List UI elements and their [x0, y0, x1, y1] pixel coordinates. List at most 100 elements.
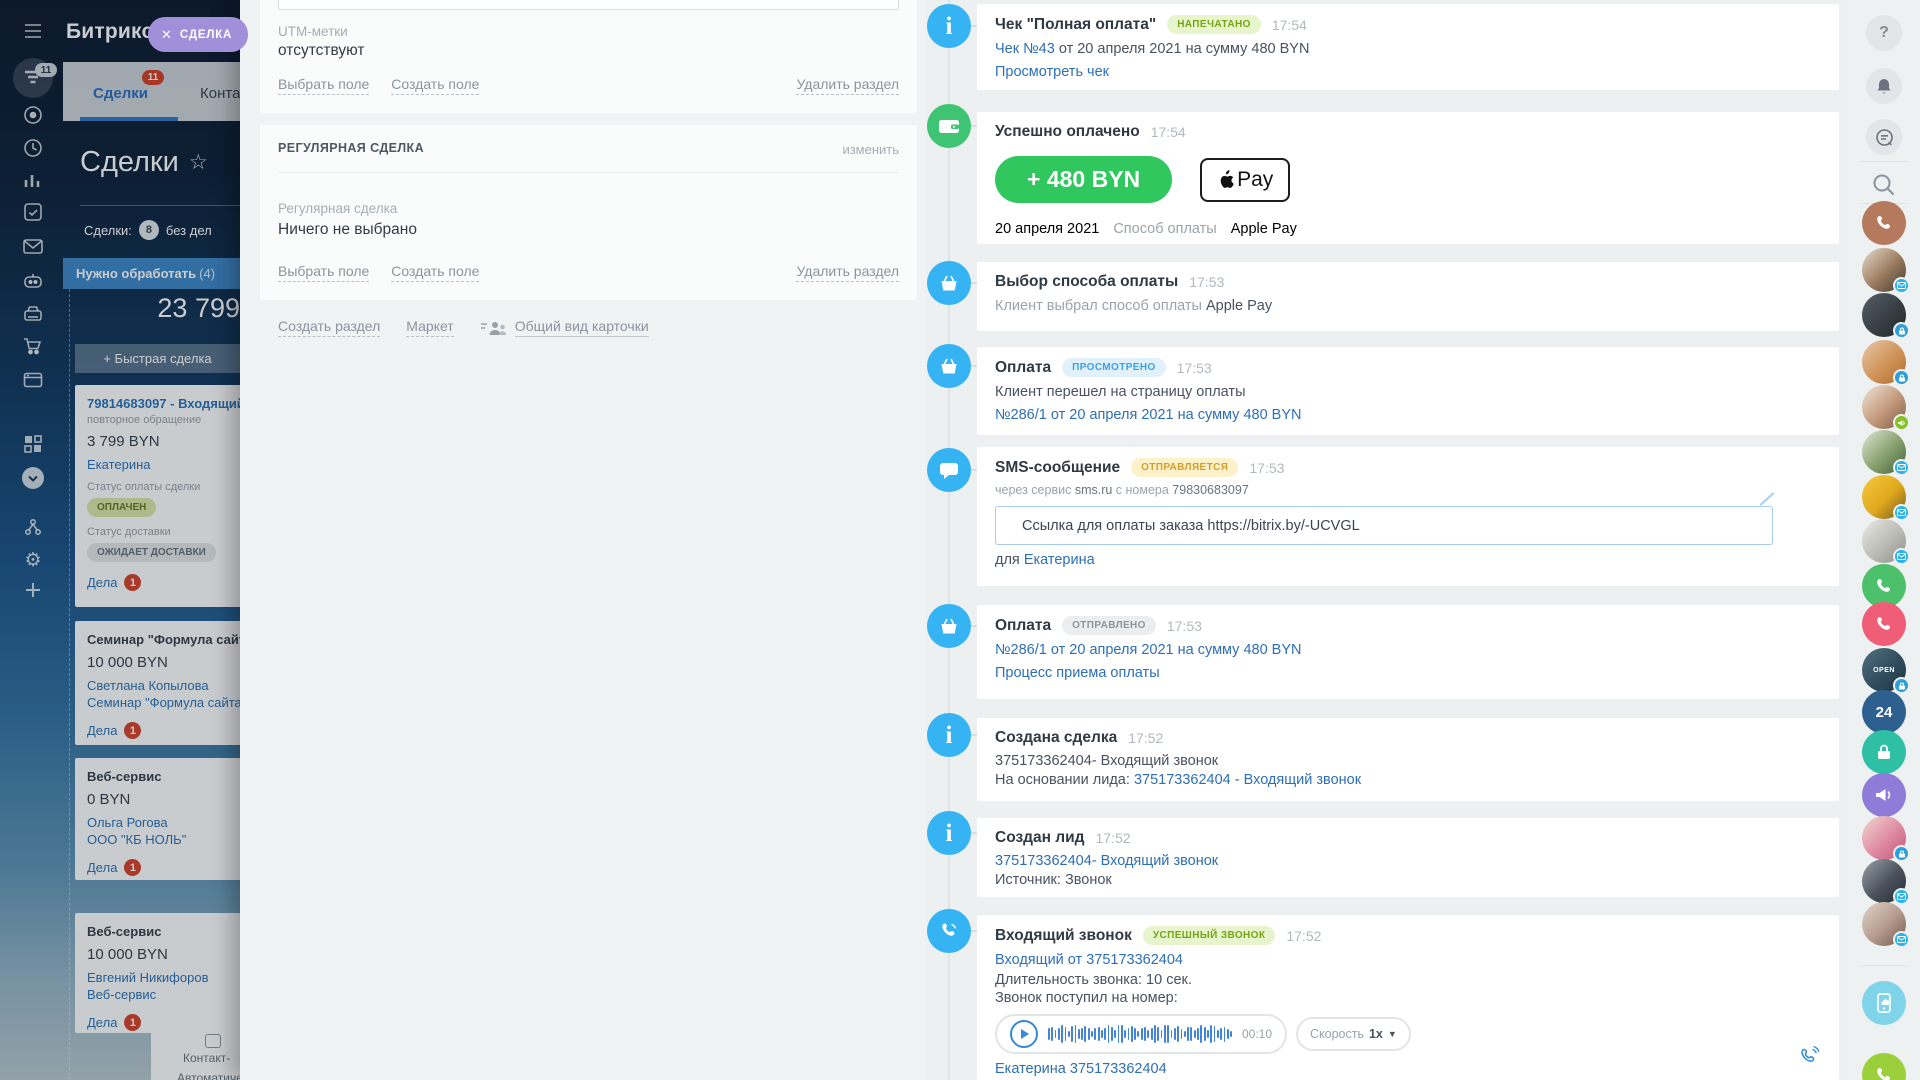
timeline-entry-payment-success: Успешно оплачено 17:54 + 480 BYN Pay 20 … [977, 112, 1839, 244]
entry-line: 375173362404- Входящий звонок [995, 753, 1815, 769]
entry-text: Клиент перешел на страницу оплаты [995, 384, 1246, 400]
receipt-link[interactable]: Чек №43 [995, 41, 1055, 57]
form-footer-actions: Создать раздел Маркет Общий вид карточки [278, 318, 649, 337]
entry-text: На основании лида: [995, 772, 1134, 788]
contact-phone-link[interactable]: Екатерина 375173362404 [995, 1061, 1167, 1077]
create-field-button[interactable]: Создать поле [391, 76, 479, 95]
user-avatar[interactable] [1862, 519, 1906, 563]
call-phone-icon [927, 909, 971, 953]
entry-time: 17:52 [1286, 928, 1321, 944]
entry-title: Выбор способа оплаты [995, 273, 1178, 291]
meta-text: с номера [1112, 483, 1172, 497]
chat-lines-icon [1875, 129, 1894, 146]
notifications-button[interactable] [1866, 68, 1902, 104]
user-avatar[interactable] [1862, 293, 1906, 337]
sms-message-text: Ссылка для оплаты заказа https://bitrix.… [1022, 518, 1360, 534]
order-link[interactable]: №286/1 от 20 апреля 2021 на сумму 480 BY… [995, 642, 1301, 658]
delete-section-button[interactable]: Удалить раздел [796, 76, 899, 95]
caller-link[interactable]: Входящий от 375173362404 [995, 952, 1183, 968]
card-view-button[interactable]: Общий вид карточки [480, 318, 649, 337]
select-field-button[interactable]: Выбрать поле [278, 76, 369, 95]
user-avatar[interactable] [1862, 248, 1906, 292]
lead-link[interactable]: 375173362404 - Входящий звонок [1134, 772, 1361, 788]
call-lime-button[interactable] [1862, 1053, 1906, 1080]
mobile-app-button[interactable] [1862, 981, 1906, 1025]
entry-time: 17:54 [1272, 17, 1307, 33]
slider-close-button[interactable]: ✕ СДЕЛКА [148, 17, 248, 52]
entry-time: 17:53 [1189, 274, 1224, 290]
regular-deal-section-card: РЕГУЛЯРНАЯ СДЕЛКА изменить Регулярная сд… [260, 125, 917, 300]
entry-text: Apple Pay [1206, 298, 1272, 314]
entry-line: Екатерина 375173362404 [995, 1061, 1815, 1077]
people-icon [480, 320, 507, 336]
field-input[interactable] [278, 0, 899, 10]
help-button[interactable]: ? [1866, 15, 1902, 51]
entry-line: 375173362404- Входящий звонок [995, 853, 1815, 869]
payment-process-link[interactable]: Процесс приема оплаты [995, 665, 1160, 681]
user-avatar[interactable] [1862, 859, 1906, 903]
audio-waveform[interactable] [1048, 1021, 1232, 1047]
entry-text: Длительность звонка: 10 сек. [995, 972, 1192, 988]
entry-line: На основании лида: 375173362404 - Входящ… [995, 772, 1815, 788]
entry-time: 17:54 [1151, 124, 1186, 140]
select-field-button[interactable]: Выбрать поле [278, 263, 369, 282]
card-view-label: Общий вид карточки [515, 318, 649, 337]
deal-form-column: UTM-метки отсутствуют Выбрать поле Созда… [240, 0, 926, 1080]
user-avatar[interactable] [1862, 340, 1906, 384]
divider [1862, 161, 1906, 162]
utm-label: UTM-метки [278, 24, 348, 39]
help-icon: ? [1866, 15, 1902, 51]
edit-section-button[interactable]: изменить [842, 142, 899, 157]
create-section-button[interactable]: Создать раздел [278, 318, 380, 337]
info-icon: i [927, 4, 971, 48]
market-button[interactable]: Маркет [406, 318, 453, 337]
sms-number: 79830683097 [1172, 483, 1248, 497]
entry-status-badge: ОТПРАВЛЕНО [1062, 616, 1156, 635]
amount-pill: + 480 BYN [995, 156, 1172, 203]
delete-section-button[interactable]: Удалить раздел [796, 263, 899, 282]
audio-duration: 00:10 [1242, 1027, 1272, 1041]
lead-link[interactable]: 375173362404- Входящий звонок [995, 853, 1218, 869]
chevron-down-icon: ▼ [1388, 1029, 1397, 1039]
recipient-link[interactable]: Екатерина [1024, 552, 1095, 568]
megaphone-circle-button[interactable] [1862, 773, 1906, 817]
sms-service: sms.ru [1075, 483, 1113, 497]
bitrix24-badge[interactable]: 24 [1862, 690, 1906, 734]
playback-speed-dropdown[interactable]: Скорость 1x ▼ [1296, 1017, 1411, 1051]
user-avatar[interactable] [1862, 385, 1906, 429]
mail-badge-icon [1893, 548, 1910, 565]
user-avatar[interactable]: OPEN [1862, 648, 1906, 692]
entry-line: Процесс приема оплаты [995, 665, 1815, 681]
callback-phone-icon[interactable] [1799, 1045, 1821, 1070]
open-sign-label: OPEN [1873, 667, 1895, 674]
play-button[interactable] [1010, 1020, 1038, 1048]
payment-date: 20 апреля 2021 [995, 221, 1099, 237]
sms-meta: через сервис sms.ru с номера 79830683097 [995, 483, 1815, 497]
entry-line: Входящий от 375173362404 [995, 952, 1815, 968]
entry-status-badge: ОТПРАВЛЯЕТСЯ [1131, 458, 1238, 477]
entry-title: Оплата [995, 617, 1051, 635]
phone-icon [1874, 614, 1894, 634]
section-header: РЕГУЛЯРНАЯ СДЕЛКА [278, 141, 424, 155]
user-avatar[interactable] [1862, 430, 1906, 474]
lock-circle-button[interactable] [1862, 730, 1906, 774]
right-toolbar: ? OPEN 24 [1848, 0, 1920, 1080]
method-value: Apple Pay [1231, 221, 1297, 237]
lock-badge-icon [1893, 369, 1910, 386]
info-icon: i [927, 713, 971, 757]
section-rule [278, 172, 899, 173]
sms-bubble-icon [927, 448, 971, 492]
chat-panel-button[interactable] [1866, 119, 1902, 155]
user-avatar[interactable] [1862, 816, 1906, 860]
user-avatar[interactable] [1862, 475, 1906, 519]
call-widget-button[interactable] [1862, 201, 1906, 245]
user-avatar[interactable] [1862, 902, 1906, 946]
call-pink-button[interactable] [1862, 602, 1906, 646]
order-link[interactable]: №286/1 от 20 апреля 2021 на сумму 480 BY… [995, 407, 1301, 423]
entry-line: Просмотреть чек [995, 64, 1815, 80]
create-field-button[interactable]: Создать поле [391, 263, 479, 282]
search-button[interactable] [1871, 172, 1897, 203]
entry-time: 17:53 [1167, 618, 1202, 634]
entry-title: SMS-сообщение [995, 459, 1120, 477]
view-receipt-link[interactable]: Просмотреть чек [995, 64, 1109, 80]
